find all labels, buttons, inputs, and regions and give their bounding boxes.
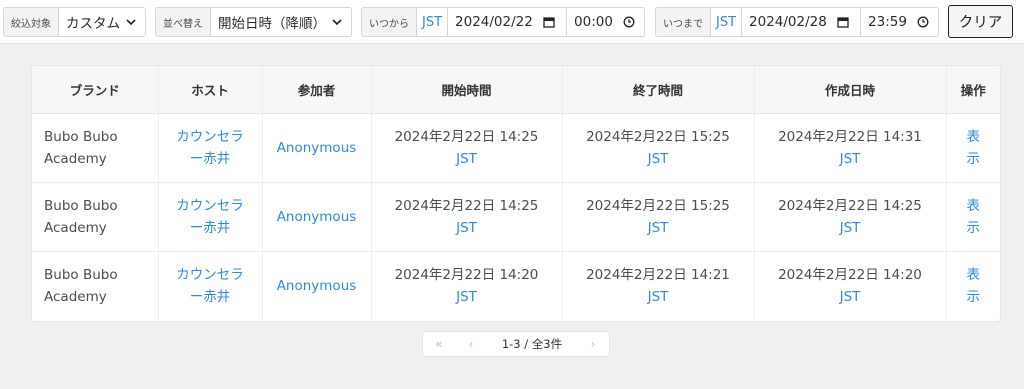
brand-cell: Bubo Bubo Academy bbox=[44, 266, 118, 305]
column-header-action: 操作 bbox=[945, 66, 1000, 114]
to-datetime: いつまで JST 2024/02/28 23:59 bbox=[655, 7, 939, 37]
calendar-icon[interactable] bbox=[837, 16, 849, 28]
sessions-table: ブランド ホスト 参加者 開始時間 終了時間 作成日時 操作 Bubo Bubo… bbox=[32, 66, 1000, 320]
brand-cell: Bubo Bubo Academy bbox=[32, 182, 158, 252]
view-link[interactable]: 表示 bbox=[945, 182, 1000, 252]
view-link[interactable]: 表示 bbox=[945, 113, 1000, 183]
created-time-cell: 2024年2月22日 14:31 JST bbox=[753, 113, 946, 183]
column-header-end: 終了時間 bbox=[561, 66, 754, 114]
participant-link[interactable]: Anonymous bbox=[261, 251, 371, 320]
clock-icon[interactable] bbox=[917, 16, 929, 28]
host-link[interactable]: カウンセラ ー赤井 bbox=[157, 182, 262, 252]
created-time-cell: 2024年2月22日 14:20 JST bbox=[753, 251, 946, 320]
host-link[interactable]: カウンセラ ー赤井 bbox=[157, 113, 262, 183]
participant-link[interactable]: Anonymous bbox=[261, 182, 371, 252]
end-time-cell: 2024年2月22日 15:25 JST bbox=[561, 113, 754, 183]
sort-label: 並べ替え bbox=[156, 8, 211, 36]
next-page-button[interactable]: › bbox=[577, 332, 609, 356]
chevron-down-icon bbox=[332, 19, 342, 26]
from-time-input[interactable]: 00:00 bbox=[567, 8, 644, 36]
brand-cell: Bubo Bubo Academy bbox=[32, 113, 158, 183]
filter-target-label: 絞込対象 bbox=[4, 8, 59, 36]
first-page-button[interactable]: « bbox=[423, 332, 455, 356]
calendar-icon[interactable] bbox=[543, 16, 555, 28]
table-row: Bubo Bubo Academy カウンセラ ー赤井 Anonymous 202… bbox=[32, 113, 1000, 183]
created-time-cell: 2024年2月22日 14:25 JST bbox=[753, 182, 946, 252]
end-time-cell: 2024年2月22日 15:25 JST bbox=[561, 182, 754, 252]
view-link[interactable]: 表示 bbox=[945, 251, 1000, 320]
host-link[interactable]: カウンセラ ー赤井 bbox=[157, 251, 262, 320]
to-timezone: JST bbox=[711, 8, 743, 36]
start-time-cell: 2024年2月22日 14:25 JST bbox=[370, 113, 562, 183]
to-time-input[interactable]: 23:59 bbox=[861, 8, 938, 36]
sessions-table-card: ブランド ホスト 参加者 開始時間 終了時間 作成日時 操作 Bubo Bubo… bbox=[32, 66, 1000, 321]
table-row: Bubo Bubo Academy カウンセラ ー赤井 Anonymous 202… bbox=[32, 251, 1000, 320]
filter-target-value[interactable]: カスタム bbox=[59, 8, 143, 36]
participant-link[interactable]: Anonymous bbox=[261, 113, 371, 183]
table-header-row: ブランド ホスト 参加者 開始時間 終了時間 作成日時 操作 bbox=[32, 66, 1000, 114]
clock-icon[interactable] bbox=[623, 16, 635, 28]
to-date-input[interactable]: 2024/02/28 bbox=[742, 8, 860, 36]
pagination: « ‹ 1-3 / 全3件 › bbox=[422, 331, 610, 357]
column-header-start: 開始時間 bbox=[370, 66, 562, 114]
from-date-input[interactable]: 2024/02/22 bbox=[448, 8, 566, 36]
column-header-brand: ブランド bbox=[32, 66, 158, 114]
prev-page-button[interactable]: ‹ bbox=[455, 332, 487, 356]
start-time-cell: 2024年2月22日 14:20 JST bbox=[370, 251, 562, 320]
from-timezone: JST bbox=[417, 8, 449, 36]
column-header-host: ホスト bbox=[157, 66, 262, 114]
sort-value[interactable]: 開始日時（降順） bbox=[211, 8, 349, 36]
sort-select[interactable]: 並べ替え 開始日時（降順） bbox=[155, 7, 352, 37]
chevron-down-icon bbox=[126, 19, 136, 26]
filter-toolbar: 絞込対象 カスタム 並べ替え 開始日時（降順） いつから JST 2024/02… bbox=[0, 0, 1024, 44]
column-header-created: 作成日時 bbox=[753, 66, 946, 114]
clear-button[interactable]: クリア bbox=[948, 5, 1013, 38]
start-time-cell: 2024年2月22日 14:25 JST bbox=[370, 182, 562, 252]
table-row: Bubo Bubo Academy カウンセラ ー赤井 Anonymous 202… bbox=[32, 182, 1000, 252]
from-label: いつから bbox=[362, 8, 417, 36]
end-time-cell: 2024年2月22日 14:21 JST bbox=[561, 251, 754, 320]
column-header-participant: 参加者 bbox=[261, 66, 371, 114]
from-datetime: いつから JST 2024/02/22 00:00 bbox=[361, 7, 645, 37]
pagination-info: 1-3 / 全3件 bbox=[501, 337, 563, 351]
to-label: いつまで bbox=[656, 8, 711, 36]
filter-target-select[interactable]: 絞込対象 カスタム bbox=[3, 7, 146, 37]
